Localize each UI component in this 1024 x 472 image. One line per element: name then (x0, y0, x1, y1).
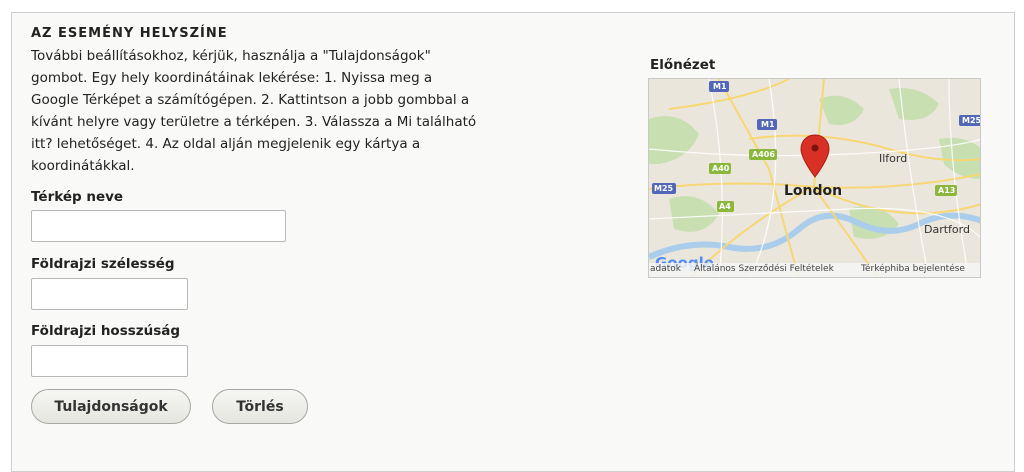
preview-label: Előnézet (650, 57, 716, 73)
map-terms-link[interactable]: Általános Szerződési Feltételek (694, 264, 834, 274)
map-report-link[interactable]: Térképhiba bejelentése (861, 264, 965, 274)
road-label: A406 (752, 150, 775, 159)
road-label: M1 (761, 120, 775, 129)
event-location-panel: AZ ESEMÉNY HELYSZÍNE További beállítások… (11, 12, 1015, 472)
road-label: A13 (938, 186, 955, 195)
road-label: M25 (654, 184, 674, 193)
instructions-text: További beállításokhoz, kérjük, használj… (31, 48, 477, 174)
map-data-link[interactable]: adatok (650, 264, 681, 274)
road-label: A4 (719, 202, 731, 211)
road-label: M25 (962, 116, 981, 125)
latitude-label: Földrajzi szélesség (31, 256, 175, 272)
place-label-ilford: Ilford (879, 152, 907, 165)
map-name-input[interactable] (31, 210, 286, 242)
road-label: A40 (712, 164, 730, 173)
latitude-input[interactable] (31, 278, 188, 310)
place-label-dartford: Dartford (924, 223, 970, 236)
longitude-label: Földrajzi hosszúság (31, 323, 181, 339)
map-footer: adatok Általános Szerződési Feltételek T… (649, 263, 980, 277)
map-canvas: M1 M1 M25 A406 A40 M25 A13 A4 London Ilf… (649, 79, 981, 277)
longitude-input[interactable] (31, 345, 188, 377)
road-label: M1 (713, 82, 727, 91)
delete-button[interactable]: Törlés (212, 389, 308, 424)
properties-button[interactable]: Tulajdonságok (31, 389, 191, 424)
map-name-label: Térkép neve (31, 189, 124, 205)
map-preview[interactable]: M1 M1 M25 A406 A40 M25 A13 A4 London Ilf… (648, 78, 981, 278)
city-label: London (784, 183, 842, 199)
section-title: AZ ESEMÉNY HELYSZÍNE (31, 26, 228, 41)
